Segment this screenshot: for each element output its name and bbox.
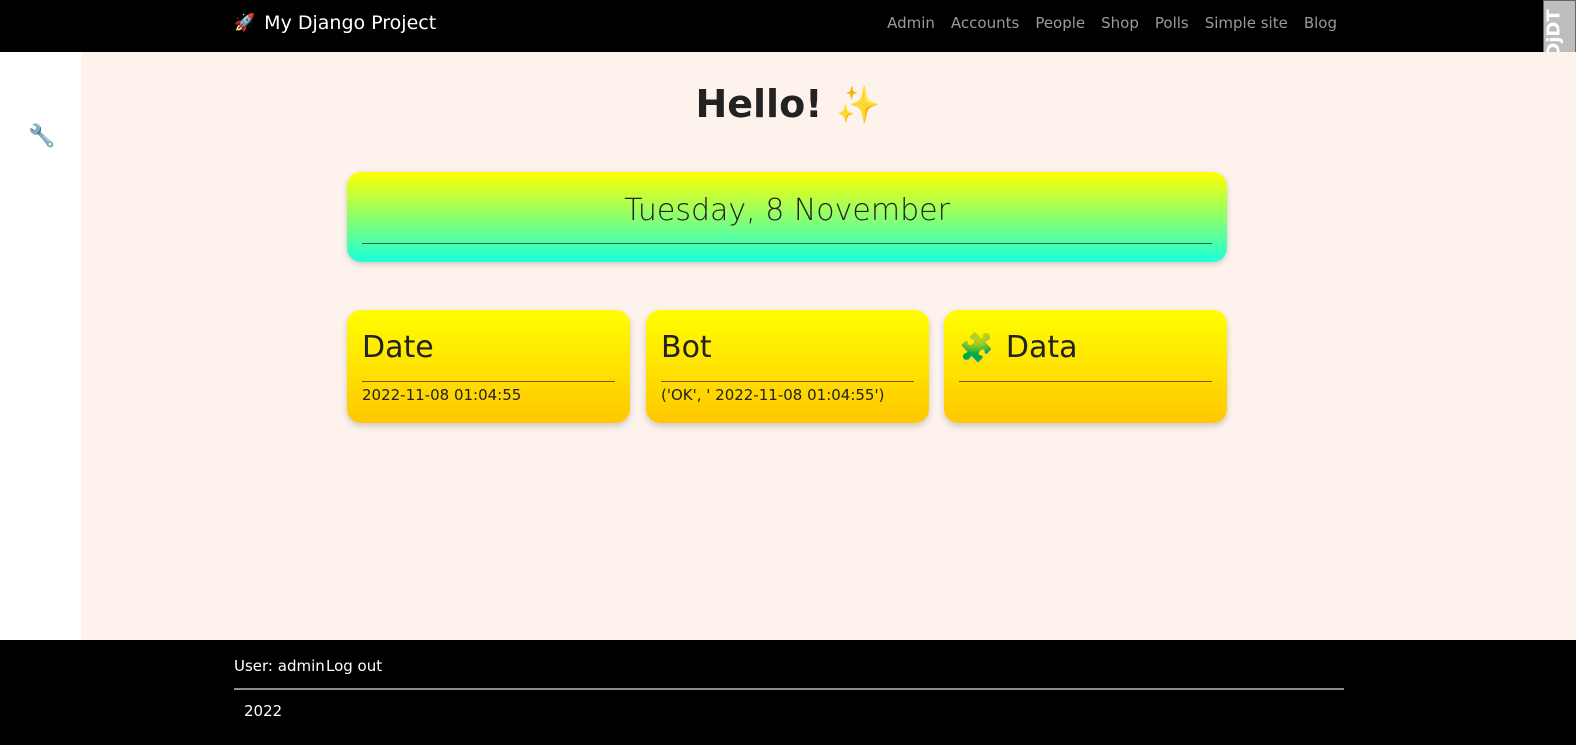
card-divider	[661, 381, 914, 382]
brand-label: My Django Project	[264, 12, 437, 34]
logout-link[interactable]: Log out	[326, 657, 382, 675]
banner-divider	[362, 243, 1212, 244]
card-bot: Bot ('OK', ' 2022-11-08 01:04:55')	[646, 310, 929, 423]
footer-divider	[234, 688, 1344, 690]
card-date: Date 2022-11-08 01:04:55	[347, 310, 630, 423]
card-divider	[959, 381, 1212, 382]
date-banner: Tuesday, 8 November	[347, 172, 1227, 262]
page-title-text: Hello!	[695, 82, 823, 126]
nav-link-shop[interactable]: Shop	[1101, 14, 1139, 32]
brand-link[interactable]: 🚀 My Django Project	[234, 12, 436, 34]
sidebar: 🔧	[0, 52, 81, 640]
card-text: 2022-11-08 01:04:55	[362, 386, 522, 404]
card-title-text: Bot	[661, 330, 712, 365]
rocket-icon: 🚀	[234, 12, 256, 33]
banner-date: Tuesday, 8 November	[624, 193, 950, 228]
footer: User: admin Log out 2022	[0, 640, 1576, 745]
card-text: ('OK', ' 2022-11-08 01:04:55')	[661, 386, 885, 404]
nav-link-people[interactable]: People	[1035, 14, 1085, 32]
card-divider	[362, 381, 615, 382]
nav-links: Admin Accounts People Shop Polls Simple …	[850, 14, 1337, 32]
current-user: User: admin	[234, 657, 325, 675]
sparkles-icon: ✨	[835, 85, 881, 126]
nav-link-accounts[interactable]: Accounts	[951, 14, 1019, 32]
debug-toolbar-label: DjDT	[1543, 9, 1565, 58]
card-title: Date	[362, 330, 434, 365]
page-title: Hello! ✨	[0, 82, 1576, 126]
top-navbar: 🚀 My Django Project Admin Accounts Peopl…	[0, 0, 1576, 52]
nav-link-simple-site[interactable]: Simple site	[1205, 14, 1288, 32]
card-title-text: Data	[1005, 330, 1078, 365]
card-title-text: Date	[362, 330, 434, 365]
nav-link-admin[interactable]: Admin	[887, 14, 935, 32]
puzzle-piece-icon: 🧩	[959, 330, 994, 364]
nav-link-blog[interactable]: Blog	[1304, 14, 1337, 32]
nav-link-polls[interactable]: Polls	[1155, 14, 1189, 32]
footer-year: 2022	[244, 702, 283, 720]
card-title: 🧩 Data	[959, 330, 1078, 365]
wrench-icon[interactable]: 🔧	[28, 126, 55, 148]
card-title: Bot	[661, 330, 712, 365]
card-data: 🧩 Data	[944, 310, 1227, 423]
